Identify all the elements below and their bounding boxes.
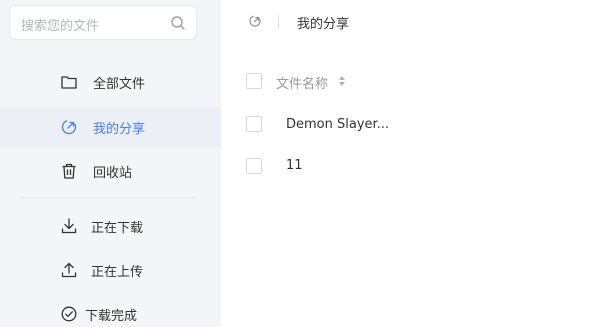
select-all-checkbox[interactable] <box>246 73 262 89</box>
sidebar-item-label: 我的分享 <box>93 122 146 137</box>
app-window: 搜索您的文件 全部文件 我的分享 回收站 正在下载 正在上传 下载完成 我的分享… <box>0 0 592 327</box>
download-icon <box>61 218 77 234</box>
sidebar-item-label: 全部文件 <box>93 77 146 92</box>
sidebar-item-label: 回收站 <box>93 166 133 181</box>
table-row[interactable]: Demon Slayer... <box>221 106 592 146</box>
sidebar-item-label: 下载完成 <box>85 309 138 324</box>
main-panel: 我的分享 文件名称 Demon Slayer... 11 <box>221 0 592 327</box>
search-input[interactable]: 搜索您的文件 <box>21 15 99 34</box>
sidebar-item-downloading[interactable]: 正在下载 <box>0 206 221 246</box>
upload-icon <box>61 262 77 278</box>
folder-icon <box>61 76 77 89</box>
sidebar-item-label: 正在下载 <box>91 221 144 236</box>
share-icon <box>61 119 77 135</box>
sidebar-item-recycle-bin[interactable]: 回收站 <box>0 151 221 191</box>
sidebar-item-label: 正在上传 <box>91 265 144 280</box>
breadcrumb-current: 我的分享 <box>297 17 350 32</box>
row-checkbox[interactable] <box>246 158 262 174</box>
sidebar: 搜索您的文件 全部文件 我的分享 回收站 正在下载 正在上传 下载完成 <box>0 0 221 327</box>
sidebar-item-all-files[interactable]: 全部文件 <box>0 62 221 102</box>
sidebar-item-download-complete[interactable]: 下载完成 <box>0 294 221 327</box>
search-box[interactable]: 搜索您的文件 <box>9 5 197 40</box>
file-name[interactable]: Demon Slayer... <box>286 117 389 132</box>
column-header-filename[interactable]: 文件名称 <box>276 73 328 92</box>
sidebar-divider <box>20 197 196 198</box>
sidebar-item-uploading[interactable]: 正在上传 <box>0 250 221 290</box>
check-circle-icon <box>61 306 77 322</box>
trash-icon <box>62 163 76 179</box>
sidebar-item-my-shares[interactable]: 我的分享 <box>0 107 221 147</box>
breadcrumb-divider <box>278 15 279 29</box>
file-name[interactable]: 11 <box>286 158 303 173</box>
search-icon[interactable] <box>170 15 186 31</box>
table-row[interactable]: 11 <box>221 147 592 187</box>
sort-icon[interactable] <box>338 75 346 87</box>
share-icon[interactable] <box>248 14 262 28</box>
row-checkbox[interactable] <box>246 116 262 132</box>
